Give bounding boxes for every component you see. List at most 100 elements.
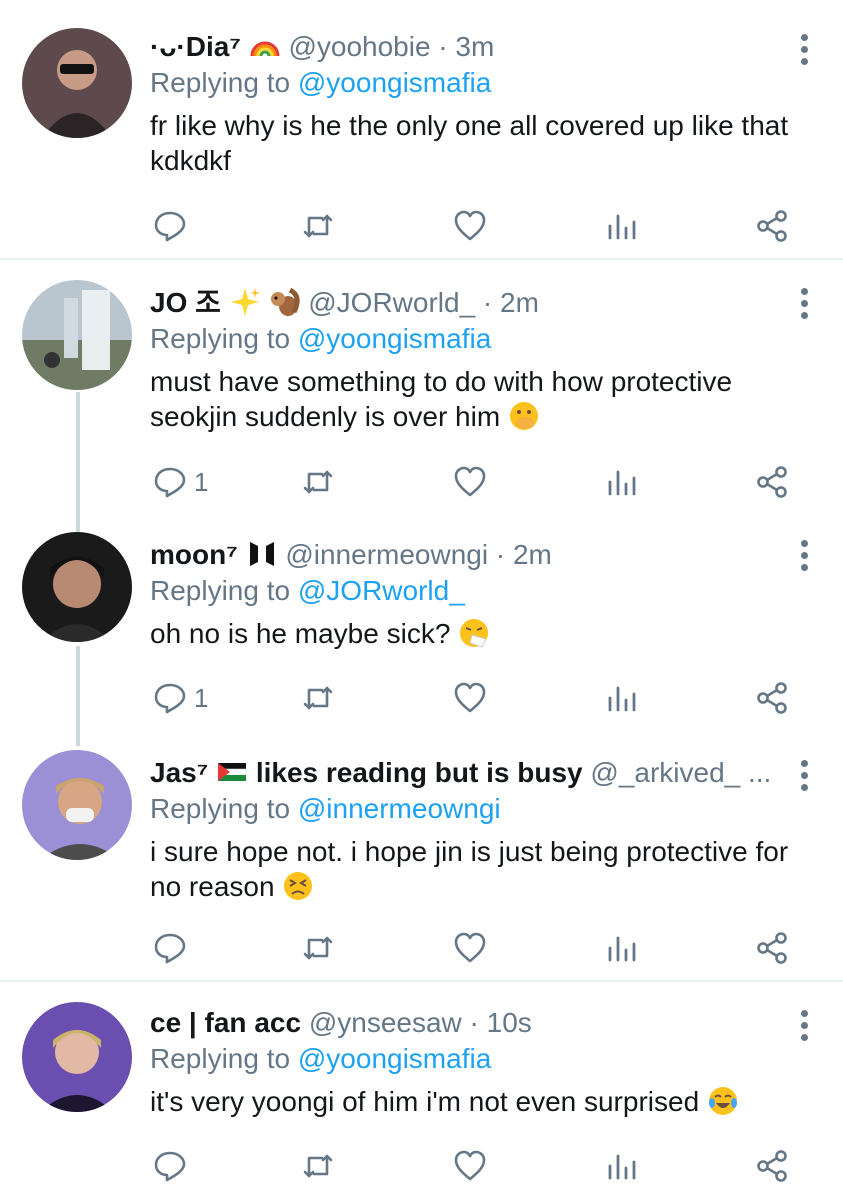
replying-to: Replying to @yoongismafia <box>150 1042 491 1076</box>
like-button[interactable] <box>452 928 488 968</box>
persevering-face-emoji <box>284 872 313 900</box>
like-icon <box>454 932 486 963</box>
mention-link[interactable]: @innermeowngi <box>298 793 501 824</box>
retweet-icon <box>303 936 333 960</box>
mention-link[interactable]: @yoongismafia <box>298 67 491 98</box>
tweet-text: it's very yoongi of him i'm not even sur… <box>150 1084 800 1119</box>
share-button[interactable] <box>754 206 790 246</box>
handle-time[interactable]: @yoohobie · 3m <box>288 31 494 62</box>
display-name[interactable]: ce | fan acc <box>150 1007 301 1038</box>
tweet-header: JO 조 @JORworld_ · 2m <box>150 286 539 320</box>
reply-button[interactable]: 1 <box>152 462 208 502</box>
share-icon <box>757 682 787 714</box>
reply-button[interactable]: 1 <box>152 678 208 718</box>
like-icon <box>454 210 486 241</box>
like-button[interactable] <box>452 678 488 718</box>
avatar[interactable] <box>22 28 132 138</box>
replying-to: Replying to @JORworld_ <box>150 574 465 608</box>
display-name[interactable]: Jas⁷ <box>150 757 208 788</box>
action-bar <box>0 206 843 246</box>
share-icon <box>757 1150 787 1182</box>
avatar[interactable] <box>22 750 132 860</box>
share-icon <box>757 466 787 498</box>
tweet-text-content: i sure hope not. i hope jin is just bein… <box>150 836 789 902</box>
handle-time[interactable]: @innermeowngi · 2m <box>285 539 552 570</box>
mention-link[interactable]: @JORworld_ <box>298 575 465 606</box>
avatar[interactable] <box>22 280 132 390</box>
more-icon[interactable] <box>801 288 809 319</box>
avatar[interactable] <box>22 1002 132 1112</box>
action-bar: 1 <box>0 678 843 718</box>
share-button[interactable] <box>754 678 790 718</box>
mention-link[interactable]: @yoongismafia <box>298 1043 491 1074</box>
retweet-button[interactable] <box>300 206 336 246</box>
like-button[interactable] <box>452 1146 488 1186</box>
like-icon <box>454 682 486 713</box>
analytics-button[interactable] <box>604 928 640 968</box>
more-icon[interactable] <box>801 760 809 791</box>
tweet-text-content: oh no is he maybe sick? <box>150 618 451 649</box>
more-icon[interactable] <box>801 34 809 65</box>
reply-count: 1 <box>194 682 209 713</box>
more-icon[interactable] <box>801 1010 809 1041</box>
replying-prefix: Replying to <box>150 575 291 606</box>
analytics-button[interactable] <box>604 1146 640 1186</box>
retweet-button[interactable] <box>300 678 336 718</box>
tweet[interactable]: JO 조 @JORworld_ · 2m Replying to @yoongi… <box>0 260 843 510</box>
retweet-icon <box>303 686 333 710</box>
share-icon <box>757 210 787 242</box>
replying-prefix: Replying to <box>150 1043 291 1074</box>
like-button[interactable] <box>452 206 488 246</box>
analytics-button[interactable] <box>604 462 640 502</box>
share-button[interactable] <box>754 928 790 968</box>
reply-button[interactable] <box>152 206 194 246</box>
replying-prefix: Replying to <box>150 793 291 824</box>
handle-time[interactable]: @_arkived_ ... <box>590 757 771 788</box>
handle-time[interactable]: @ynseesaw · 10s <box>309 1007 532 1038</box>
rainbow-emoji <box>250 41 280 57</box>
share-button[interactable] <box>754 462 790 502</box>
share-button[interactable] <box>754 1146 790 1186</box>
display-name[interactable]: ·ᴗ·Dia⁷ <box>150 31 241 62</box>
tweet[interactable]: ·ᴗ·Dia⁷ @yoohobie · 3m Replying to @yoon… <box>0 0 843 258</box>
hand-over-mouth-emoji <box>509 402 538 430</box>
tweet[interactable]: ce | fan acc @ynseesaw · 10s Replying to… <box>0 982 843 1200</box>
tweet-text-content: must have something to do with how prote… <box>150 366 733 432</box>
display-name[interactable]: moon⁷ <box>150 539 238 570</box>
retweet-button[interactable] <box>300 462 336 502</box>
replying-to: Replying to @innermeowngi <box>150 792 501 826</box>
analytics-button[interactable] <box>604 678 640 718</box>
tweet-header: ce | fan acc @ynseesaw · 10s <box>150 1006 532 1040</box>
like-icon <box>454 466 486 497</box>
bts-logo-icon <box>249 542 274 566</box>
like-button[interactable] <box>452 462 488 502</box>
tweet-text: must have something to do with how prote… <box>150 364 800 434</box>
reply-button[interactable] <box>152 928 194 968</box>
retweet-icon <box>303 470 333 494</box>
replying-to: Replying to @yoongismafia <box>150 322 491 356</box>
like-icon <box>454 1150 486 1181</box>
retweet-button[interactable] <box>300 1146 336 1186</box>
tweet[interactable]: Jas⁷ likes reading but is busy @_arkived… <box>0 736 843 980</box>
more-icon[interactable] <box>801 540 809 571</box>
analytics-icon <box>608 214 636 240</box>
retweet-button[interactable] <box>300 928 336 968</box>
handle-time[interactable]: @JORworld_ · 2m <box>308 287 539 318</box>
action-bar: 1 <box>0 462 843 502</box>
avatar[interactable] <box>22 532 132 642</box>
analytics-icon <box>608 936 636 962</box>
replying-prefix: Replying to <box>150 323 291 354</box>
display-name-suffix[interactable]: likes reading but is busy <box>256 757 583 788</box>
reply-button[interactable] <box>152 1146 194 1186</box>
replying-to: Replying to @yoongismafia <box>150 66 491 100</box>
mention-link[interactable]: @yoongismafia <box>298 323 491 354</box>
reply-icon <box>154 467 186 498</box>
tweet[interactable]: moon⁷ @innermeowngi · 2m Replying to @JO… <box>0 512 843 734</box>
tweet-header: Jas⁷ likes reading but is busy @_arkived… <box>150 756 771 790</box>
action-bar <box>0 928 843 968</box>
tweet-header: moon⁷ @innermeowngi · 2m <box>150 538 552 572</box>
retweet-icon <box>303 1154 333 1178</box>
display-name[interactable]: JO 조 <box>150 287 221 318</box>
analytics-button[interactable] <box>604 206 640 246</box>
sparkles-emoji <box>230 288 260 316</box>
